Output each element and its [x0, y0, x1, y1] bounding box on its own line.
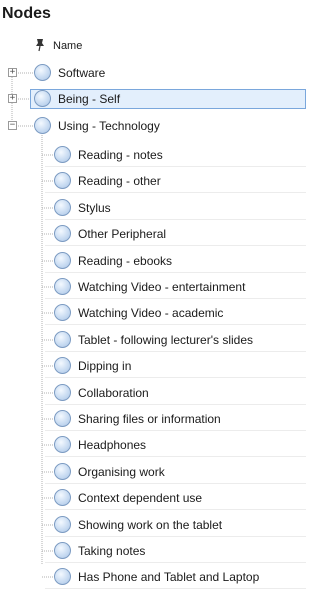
tree-node-child[interactable]: Collaboration — [0, 381, 306, 405]
row-divider — [45, 430, 306, 431]
collapse-icon[interactable]: − — [8, 121, 17, 130]
tree-node-root[interactable]: − Using - Technology — [0, 114, 306, 138]
node-label: Dipping in — [78, 359, 132, 373]
tree-node-child[interactable]: Organising work — [0, 460, 306, 484]
node-circle-icon — [54, 516, 71, 533]
tree-node-child[interactable]: Taking notes — [0, 539, 306, 563]
node-label: Reading - notes — [78, 148, 163, 162]
node-label: Tablet - following lecturer's slides — [78, 333, 254, 347]
node-label: Context dependent use — [78, 491, 203, 505]
node-circle-icon — [54, 410, 71, 427]
expand-icon[interactable]: + — [8, 94, 17, 103]
tree-node-child[interactable]: Reading - notes — [0, 143, 306, 167]
node-label: Showing work on the tablet — [78, 518, 223, 532]
row-divider — [45, 192, 306, 193]
node-circle-icon — [54, 172, 71, 189]
tree-node-child[interactable]: Has Phone and Tablet and Laptop — [0, 565, 306, 589]
row-divider — [45, 377, 306, 378]
node-label: Organising work — [78, 465, 165, 479]
row-divider — [45, 272, 306, 273]
row-divider — [45, 324, 306, 325]
node-circle-icon — [54, 252, 71, 269]
tree-node-child[interactable]: Watching Video - academic — [0, 301, 306, 325]
tree-node-child[interactable]: Dipping in — [0, 354, 306, 378]
node-circle-icon — [54, 568, 71, 585]
node-label: Has Phone and Tablet and Laptop — [78, 570, 260, 584]
node-circle-icon — [54, 278, 71, 295]
node-label: Other Peripheral — [78, 227, 167, 241]
tree-node-child[interactable]: Sharing files or information — [0, 407, 306, 431]
node-circle-icon — [54, 357, 71, 374]
node-circle-icon — [54, 542, 71, 559]
tree-node-child[interactable]: Other Peripheral — [0, 222, 306, 246]
row-divider — [45, 562, 306, 563]
node-circle-icon — [54, 489, 71, 506]
node-label: Reading - ebooks — [78, 254, 173, 268]
node-label: Being - Self — [58, 92, 121, 106]
node-label: Headphones — [78, 438, 147, 452]
row-divider — [45, 536, 306, 537]
node-label: Watching Video - academic — [78, 306, 224, 320]
tree-node-child[interactable]: Context dependent use — [0, 486, 306, 510]
node-circle-icon — [34, 117, 51, 134]
node-circle-icon — [54, 463, 71, 480]
row-divider — [45, 166, 306, 167]
node-circle-icon — [54, 331, 71, 348]
tree-node-root[interactable]: + Software — [0, 61, 306, 85]
node-label: Collaboration — [78, 386, 149, 400]
node-circle-icon — [34, 64, 51, 81]
tree-node-child[interactable]: Showing work on the tablet — [0, 513, 306, 537]
node-circle-icon — [54, 304, 71, 321]
node-label: Stylus — [78, 201, 111, 215]
tree-node-child[interactable]: Reading - other — [0, 169, 306, 193]
node-circle-icon — [54, 384, 71, 401]
node-circle-icon — [54, 199, 71, 216]
node-circle-icon — [54, 146, 71, 163]
row-divider — [45, 245, 306, 246]
node-circle-icon — [34, 90, 51, 107]
row-divider — [45, 219, 306, 220]
node-label: Sharing files or information — [78, 412, 221, 426]
node-label: Taking notes — [78, 544, 146, 558]
tree-node-child[interactable]: Stylus — [0, 196, 306, 220]
row-divider — [45, 483, 306, 484]
tree-node-child[interactable]: Headphones — [0, 433, 306, 457]
expand-icon[interactable]: + — [8, 68, 17, 77]
tree-node-child[interactable]: Tablet - following lecturer's slides — [0, 328, 306, 352]
tree-node-child[interactable]: Reading - ebooks — [0, 249, 306, 273]
row-divider — [45, 351, 306, 352]
row-divider — [45, 404, 306, 405]
tree-node-root[interactable]: + Being - Self — [0, 87, 306, 111]
tree-node-child[interactable]: Watching Video - entertainment — [0, 275, 306, 299]
row-divider — [45, 298, 306, 299]
node-label: Software — [58, 66, 106, 80]
node-label: Reading - other — [78, 174, 161, 188]
node-circle-icon — [54, 436, 71, 453]
row-divider — [45, 509, 306, 510]
node-label: Using - Technology — [58, 119, 160, 133]
node-circle-icon — [54, 225, 71, 242]
row-divider — [45, 456, 306, 457]
node-label: Watching Video - entertainment — [78, 280, 246, 294]
